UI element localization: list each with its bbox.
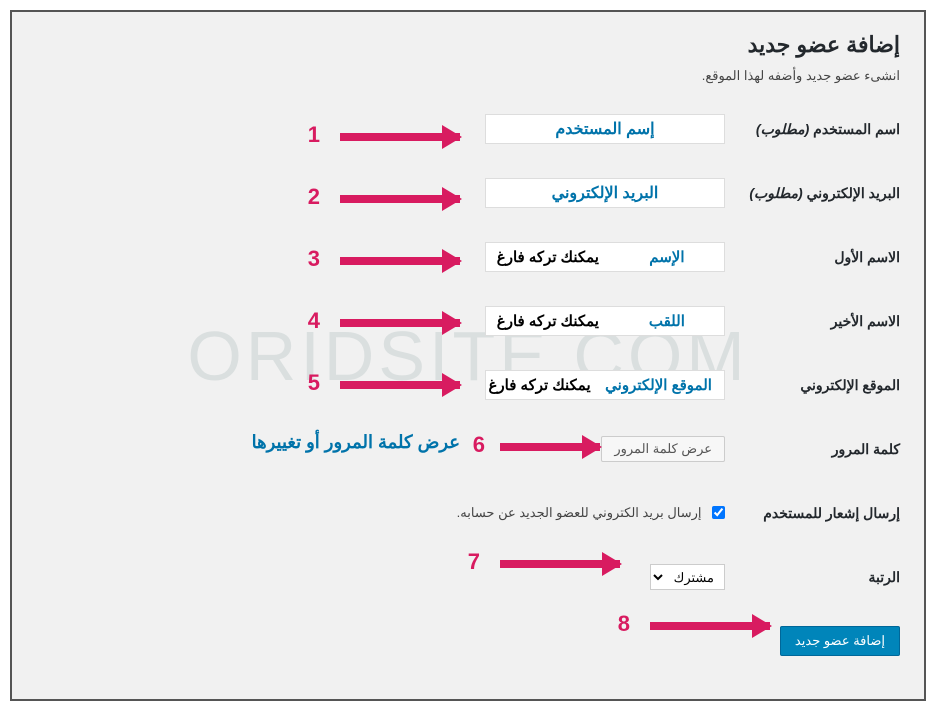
row-website: الموقع الإلكتروني الموقع الإلكتروني يمكن…	[36, 368, 900, 402]
website-input[interactable]: الموقع الإلكتروني يمكنك تركه فارغ	[485, 370, 725, 400]
notification-text: إرسال بريد الكتروني للعضو الجديد عن حساب…	[457, 505, 702, 520]
notification-checkbox[interactable]	[712, 506, 725, 519]
row-password: كلمة المرور عرض كلمة المرور	[36, 432, 900, 466]
label-role: الرتبة	[725, 569, 900, 586]
label-website: الموقع الإلكتروني	[725, 377, 900, 394]
label-notification: إرسال إشعار للمستخدم	[725, 505, 900, 522]
email-input[interactable]: البريد الإلكتروني	[485, 178, 725, 208]
row-role: الرتبة مشترك	[36, 560, 900, 594]
page-frame: ORIDSITE.COM إضافة عضو جديد انشىء عضو جد…	[10, 10, 926, 701]
label-email: البريد الإلكتروني (مطلوب)	[725, 185, 900, 202]
page-title: إضافة عضو جديد	[36, 32, 900, 58]
username-input[interactable]: إسم المستخدم	[485, 114, 725, 144]
label-password: كلمة المرور	[725, 441, 900, 458]
lastname-input[interactable]: اللقب يمكنك تركه فارغ	[485, 306, 725, 336]
row-email: البريد الإلكتروني (مطلوب) البريد الإلكتر…	[36, 176, 900, 210]
row-submit: إضافة عضو جديد	[36, 624, 900, 658]
role-select[interactable]: مشترك	[650, 564, 725, 590]
page-description: انشىء عضو جديد وأضفه لهذا الموقع.	[36, 68, 900, 84]
firstname-input[interactable]: الإسم يمكنك تركه فارغ	[485, 242, 725, 272]
label-username: اسم المستخدم (مطلوب)	[725, 121, 900, 138]
row-notification: إرسال إشعار للمستخدم إرسال بريد الكتروني…	[36, 496, 900, 530]
submit-button[interactable]: إضافة عضو جديد	[780, 626, 900, 656]
row-firstname: الاسم الأول الإسم يمكنك تركه فارغ	[36, 240, 900, 274]
row-username: اسم المستخدم (مطلوب) إسم المستخدم	[36, 112, 900, 146]
row-lastname: الاسم الأخير اللقب يمكنك تركه فارغ	[36, 304, 900, 338]
label-firstname: الاسم الأول	[725, 249, 900, 266]
show-password-button[interactable]: عرض كلمة المرور	[601, 436, 725, 462]
label-lastname: الاسم الأخير	[725, 313, 900, 330]
